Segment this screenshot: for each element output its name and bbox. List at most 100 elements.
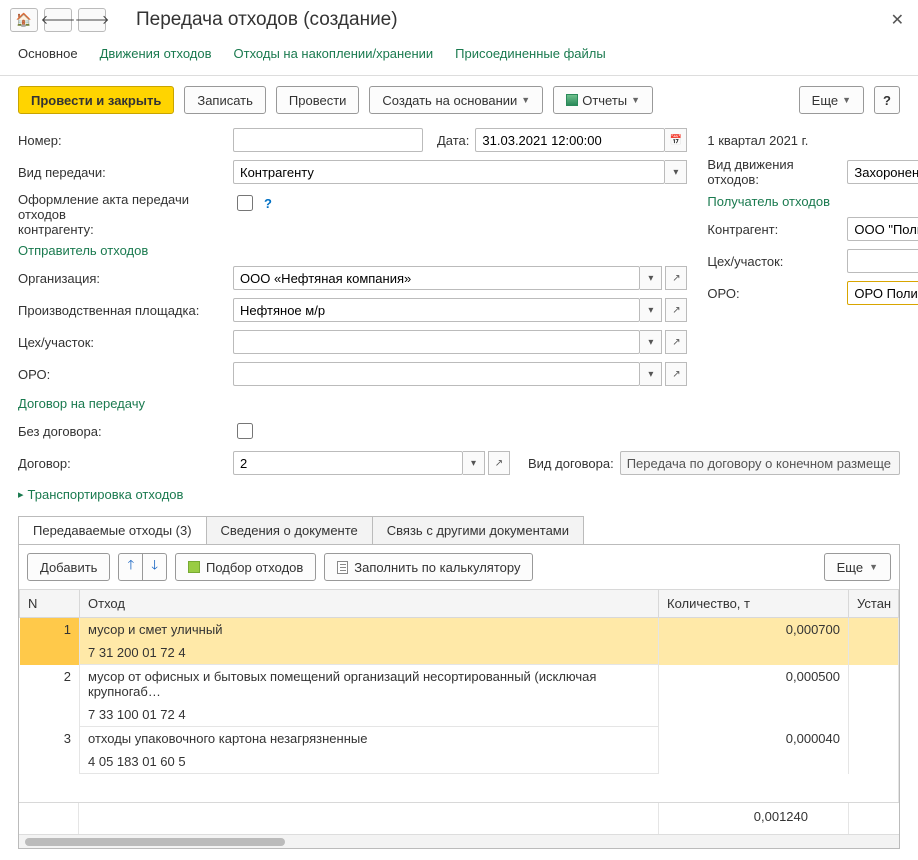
receiver-section-title: Получатель отходов [707, 194, 918, 209]
cell-waste-name: мусор и смет уличный [80, 618, 659, 642]
total-qty: 0,001240 [659, 803, 849, 834]
number-input[interactable] [233, 128, 423, 152]
table-more-label: Еще [837, 560, 863, 575]
write-button[interactable]: Записать [184, 86, 266, 114]
chevron-down-icon[interactable]: ▾ [640, 330, 662, 354]
workshop-select[interactable] [233, 330, 640, 354]
lower-tab-bar: Передаваемые отходы (3) Сведения о докум… [18, 516, 900, 544]
page-title: Передача отходов (создание) [136, 9, 398, 31]
tab-links[interactable]: Связь с другими документами [372, 516, 584, 544]
no-contract-checkbox[interactable] [237, 423, 253, 439]
reports-button[interactable]: Отчеты ▼ [553, 86, 653, 114]
chevron-down-icon: ▼ [521, 95, 530, 105]
sender-section-title: Отправитель отходов [18, 243, 687, 258]
cell-waste-name: мусор от офисных и бытовых помещений орг… [80, 665, 659, 704]
cell-waste-code: 4 05 183 01 60 5 [80, 750, 659, 774]
table-panel: Добавить 🡑 🡓 Подбор отходов Заполнить по… [18, 544, 900, 849]
act-checkbox[interactable] [237, 195, 253, 211]
open-icon[interactable]: ↗ [488, 451, 510, 475]
open-icon[interactable]: ↗ [665, 330, 687, 354]
receiver-workshop-select[interactable] [847, 249, 918, 273]
move-type-select[interactable] [847, 160, 918, 184]
help-icon[interactable]: ? [264, 196, 272, 211]
quarter-text: 1 квартал 2021 г. [707, 133, 808, 148]
move-type-label: Вид движения отходов: [707, 157, 847, 187]
horizontal-scrollbar[interactable] [19, 834, 899, 848]
col-qty[interactable]: Количество, т [659, 590, 849, 618]
top-nav: 🏠 🡐 🡒 Передача отходов (создание) ✕ [0, 0, 918, 38]
open-icon[interactable]: ↗ [665, 362, 687, 386]
site-select[interactable] [233, 298, 640, 322]
table-row-empty [20, 774, 899, 802]
tab-storage[interactable]: Отходы на накоплении/хранении [234, 46, 434, 69]
col-inst[interactable]: Устан [849, 590, 899, 618]
move-down-button[interactable]: 🡓 [143, 553, 167, 581]
contract-type-field [620, 451, 900, 475]
scrollbar-thumb[interactable] [25, 838, 285, 846]
table-row[interactable]: 2 мусор от офисных и бытовых помещений о… [20, 665, 899, 704]
chevron-down-icon[interactable]: ▾ [640, 298, 662, 322]
close-icon[interactable]: ✕ [887, 6, 908, 34]
chevron-down-icon[interactable]: ▾ [640, 266, 662, 290]
transport-expand[interactable]: ▸ Транспортировка отходов [18, 487, 183, 502]
move-up-button[interactable]: 🡑 [118, 553, 143, 581]
chevron-down-icon: ▼ [631, 95, 640, 105]
cell-n: 2 [20, 665, 80, 727]
create-based-button[interactable]: Создать на основании ▼ [369, 86, 543, 114]
chevron-down-icon: ▼ [869, 562, 878, 572]
cell-qty: 0,000040 [659, 727, 849, 774]
counterparty-select[interactable] [847, 217, 918, 241]
site-label: Производственная площадка: [18, 303, 233, 318]
nav-back-button[interactable]: 🡐 [44, 8, 72, 32]
home-button[interactable]: 🏠 [10, 8, 38, 32]
tab-doc-info[interactable]: Сведения о документе [206, 516, 373, 544]
chevron-down-icon[interactable]: ▾ [640, 362, 662, 386]
tab-files[interactable]: Присоединенные файлы [455, 46, 606, 69]
date-input[interactable] [475, 128, 665, 152]
fill-calc-label: Заполнить по калькулятору [354, 560, 520, 575]
chevron-down-icon[interactable]: ▾ [463, 451, 485, 475]
reports-label: Отчеты [582, 93, 627, 108]
pick-waste-label: Подбор отходов [206, 560, 303, 575]
open-icon[interactable]: ↗ [665, 298, 687, 322]
cell-n: 1 [20, 618, 80, 665]
transfer-type-label: Вид передачи: [18, 165, 233, 180]
org-label: Организация: [18, 271, 233, 286]
add-button[interactable]: Добавить [27, 553, 110, 581]
receiver-oro-select[interactable] [847, 281, 918, 305]
open-icon[interactable]: ↗ [665, 266, 687, 290]
post-button[interactable]: Провести [276, 86, 360, 114]
cell-inst [849, 727, 899, 774]
col-n[interactable]: N [20, 590, 80, 618]
chevron-down-icon[interactable]: ▾ [665, 160, 687, 184]
waste-table: N Отход Количество, т Устан 1 мусор и см… [19, 589, 899, 802]
table-row[interactable]: 1 мусор и смет уличный 0,000700 [20, 618, 899, 642]
fill-calc-button[interactable]: Заполнить по калькулятору [324, 553, 533, 581]
arrow-up-icon: 🡑 [127, 556, 134, 578]
number-label: Номер: [18, 133, 233, 148]
arrow-down-icon: 🡓 [151, 556, 158, 578]
oro-select[interactable] [233, 362, 640, 386]
col-waste[interactable]: Отход [80, 590, 659, 618]
transport-label: Транспортировка отходов [28, 487, 184, 502]
org-select[interactable] [233, 266, 640, 290]
tab-movements[interactable]: Движения отходов [100, 46, 212, 69]
more-button[interactable]: Еще ▼ [799, 86, 864, 114]
contract-select[interactable] [233, 451, 463, 475]
table-row[interactable]: 3 отходы упаковочного картона незагрязне… [20, 727, 899, 751]
nav-forward-button[interactable]: 🡒 [78, 8, 106, 32]
transfer-type-select[interactable] [233, 160, 665, 184]
tab-wastes[interactable]: Передаваемые отходы (3) [18, 516, 207, 544]
create-based-label: Создать на основании [382, 93, 517, 108]
table-more-button[interactable]: Еще ▼ [824, 553, 891, 581]
tab-main[interactable]: Основное [18, 46, 78, 69]
help-button[interactable]: ? [874, 86, 900, 114]
document-icon [337, 561, 348, 574]
calendar-icon[interactable]: 📅 [665, 128, 687, 152]
post-and-close-button[interactable]: Провести и закрыть [18, 86, 174, 114]
pick-waste-button[interactable]: Подбор отходов [175, 553, 316, 581]
cell-qty: 0,000500 [659, 665, 849, 727]
act-label: Оформление акта передачи отходовконтраге… [18, 192, 233, 237]
command-bar: Провести и закрыть Записать Провести Соз… [0, 76, 918, 124]
book-icon [188, 561, 200, 573]
